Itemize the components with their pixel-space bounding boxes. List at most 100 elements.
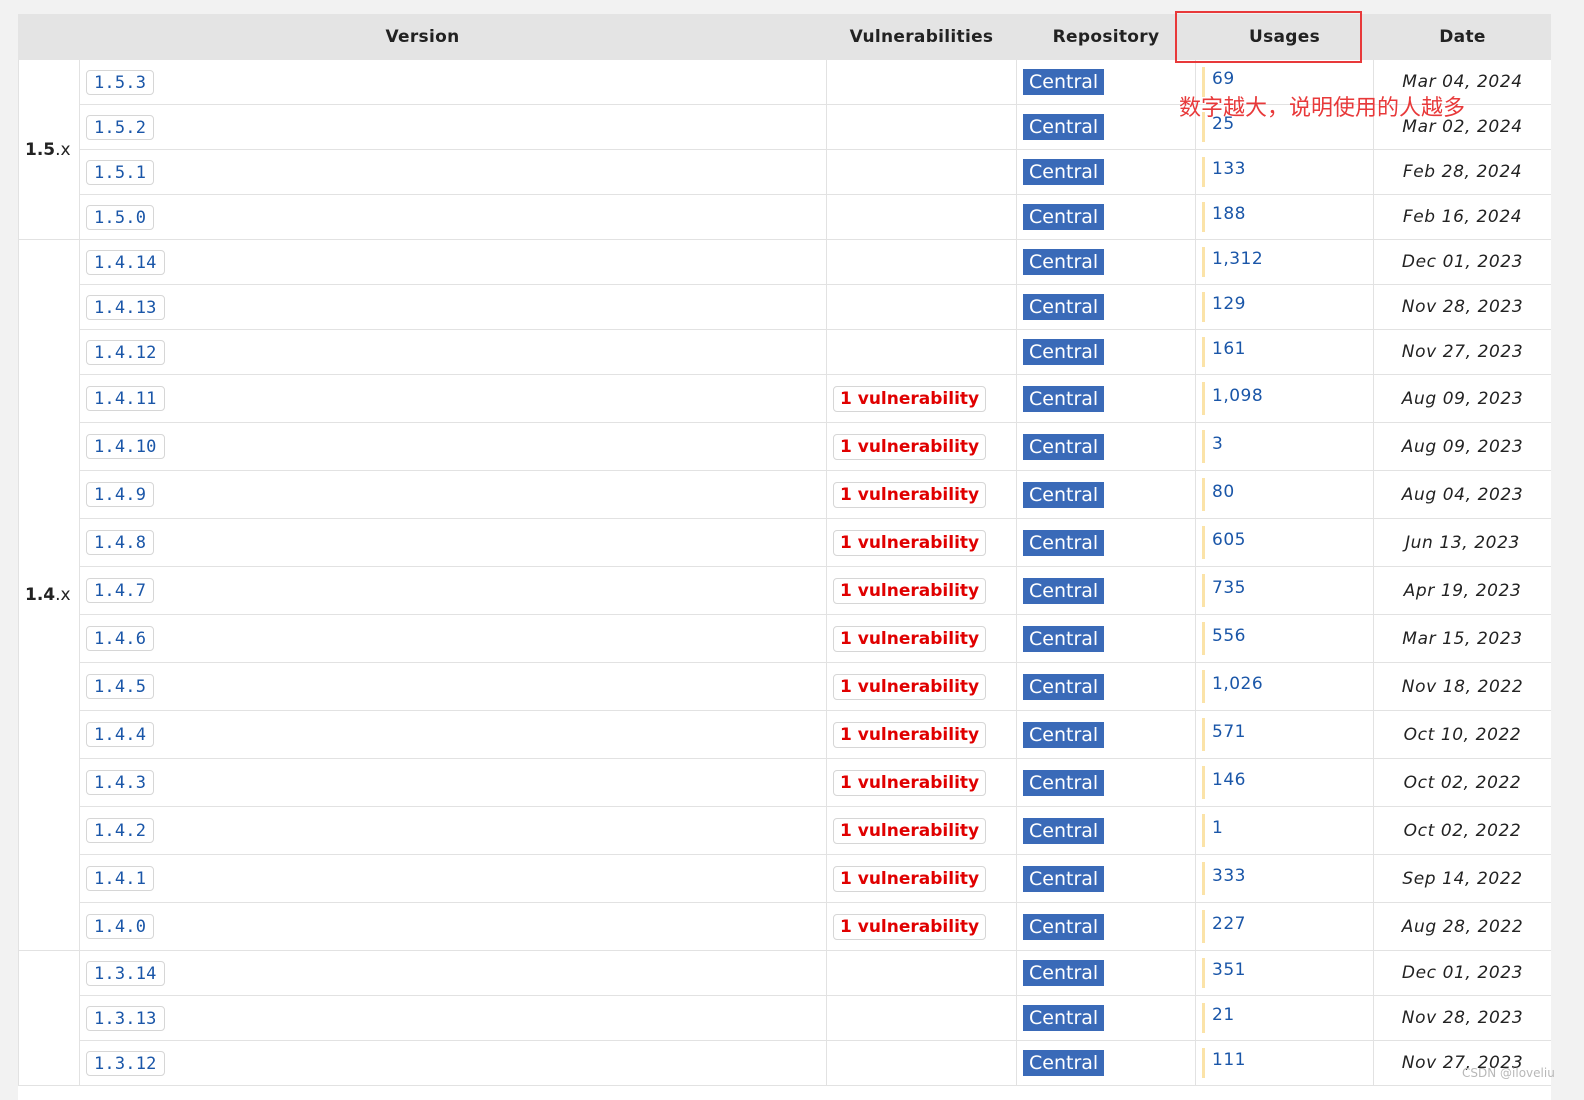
usages-link[interactable]: 129 bbox=[1212, 294, 1246, 314]
vulnerability-link[interactable]: 1 vulnerability bbox=[833, 481, 987, 508]
repository-cell: Central bbox=[1016, 518, 1196, 567]
usages-cell: 605 bbox=[1195, 518, 1374, 567]
usages-link[interactable]: 227 bbox=[1212, 914, 1246, 934]
version-link[interactable]: 1.4.4 bbox=[86, 722, 155, 747]
release-date: Nov 28, 2023 bbox=[1373, 284, 1551, 330]
repository-badge[interactable]: Central bbox=[1023, 249, 1105, 275]
usage-bar bbox=[1202, 292, 1205, 322]
usages-link[interactable]: 188 bbox=[1212, 204, 1246, 224]
repository-badge[interactable]: Central bbox=[1023, 865, 1105, 892]
repository-badge[interactable]: Central bbox=[1023, 385, 1105, 412]
version-cell: 1.4.3 bbox=[79, 758, 827, 807]
version-cell: 1.4.5 bbox=[79, 662, 827, 711]
version-link[interactable]: 1.4.13 bbox=[86, 294, 165, 320]
vulnerability-link[interactable]: 1 vulnerability bbox=[833, 433, 987, 460]
usages-cell: 129 bbox=[1195, 284, 1374, 330]
usages-link[interactable]: 80 bbox=[1212, 482, 1235, 502]
repository-badge[interactable]: Central bbox=[1023, 817, 1105, 844]
vulnerability-link[interactable]: 1 vulnerability bbox=[833, 625, 987, 652]
version-link[interactable]: 1.4.6 bbox=[86, 626, 155, 651]
usages-link[interactable]: 111 bbox=[1212, 1050, 1246, 1070]
vulnerability-link[interactable]: 1 vulnerability bbox=[833, 385, 987, 412]
vulnerability-link[interactable]: 1 vulnerability bbox=[833, 769, 987, 796]
usages-link[interactable]: 351 bbox=[1212, 960, 1246, 980]
repository-badge[interactable]: Central bbox=[1023, 204, 1105, 230]
release-date: Nov 18, 2022 bbox=[1373, 662, 1551, 711]
usages-link[interactable]: 1,098 bbox=[1212, 386, 1263, 406]
usages-link[interactable]: 556 bbox=[1212, 626, 1246, 646]
table-body: 1.5.x 1.5.3 Central 69 Mar 04, 2024 1.5.2 Cent… bbox=[18, 59, 1551, 1086]
version-link[interactable]: 1.5.0 bbox=[86, 204, 155, 230]
version-link[interactable]: 1.4.9 bbox=[86, 482, 155, 507]
version-link[interactable]: 1.5.1 bbox=[86, 159, 155, 185]
version-link[interactable]: 1.4.0 bbox=[86, 914, 155, 939]
vulnerability-link[interactable]: 1 vulnerability bbox=[833, 721, 987, 748]
repository-badge[interactable]: Central bbox=[1023, 481, 1105, 508]
usages-link[interactable]: 69 bbox=[1212, 69, 1235, 89]
usages-link[interactable]: 161 bbox=[1212, 339, 1246, 359]
repository-badge[interactable]: Central bbox=[1023, 769, 1105, 796]
header-vulnerabilities[interactable]: Vulnerabilities bbox=[826, 14, 1017, 60]
version-link[interactable]: 1.4.5 bbox=[86, 674, 155, 699]
vulnerability-cell: 1 vulnerability bbox=[826, 374, 1017, 423]
repository-badge[interactable]: Central bbox=[1023, 1050, 1105, 1076]
repository-badge[interactable]: Central bbox=[1023, 960, 1105, 986]
version-cell: 1.5.3 bbox=[79, 59, 827, 105]
repository-badge[interactable]: Central bbox=[1023, 721, 1105, 748]
version-cell: 1.4.9 bbox=[79, 470, 827, 519]
repository-badge[interactable]: Central bbox=[1023, 294, 1105, 320]
version-link[interactable]: 1.4.10 bbox=[86, 434, 165, 459]
version-link[interactable]: 1.4.1 bbox=[86, 866, 155, 891]
repository-badge[interactable]: Central bbox=[1023, 433, 1105, 460]
version-link[interactable]: 1.3.12 bbox=[86, 1050, 165, 1076]
repository-badge[interactable]: Central bbox=[1023, 529, 1105, 556]
vulnerability-link[interactable]: 1 vulnerability bbox=[833, 673, 987, 700]
vulnerability-link[interactable]: 1 vulnerability bbox=[833, 865, 987, 892]
usages-link[interactable]: 3 bbox=[1212, 434, 1223, 454]
vulnerability-link[interactable]: 1 vulnerability bbox=[833, 577, 987, 604]
version-link[interactable]: 1.5.3 bbox=[86, 69, 155, 95]
vulnerability-link[interactable]: 1 vulnerability bbox=[833, 913, 987, 940]
usages-link[interactable]: 133 bbox=[1212, 159, 1246, 179]
version-link[interactable]: 1.3.14 bbox=[86, 960, 165, 986]
usages-link[interactable]: 571 bbox=[1212, 722, 1246, 742]
repository-badge[interactable]: Central bbox=[1023, 159, 1105, 185]
header-repository[interactable]: Repository bbox=[1016, 14, 1196, 60]
version-link[interactable]: 1.4.7 bbox=[86, 578, 155, 603]
usages-link[interactable]: 605 bbox=[1212, 530, 1246, 550]
repository-badge[interactable]: Central bbox=[1023, 913, 1105, 940]
header-date[interactable]: Date bbox=[1373, 14, 1551, 60]
repository-badge[interactable]: Central bbox=[1023, 577, 1105, 604]
version-link[interactable]: 1.4.11 bbox=[86, 386, 165, 411]
usages-link[interactable]: 333 bbox=[1212, 866, 1246, 886]
vulnerability-link[interactable]: 1 vulnerability bbox=[833, 529, 987, 556]
repository-cell: Central bbox=[1016, 854, 1196, 903]
repository-badge[interactable]: Central bbox=[1023, 625, 1105, 652]
usage-bar bbox=[1202, 430, 1205, 463]
repository-badge[interactable]: Central bbox=[1023, 339, 1105, 365]
version-link[interactable]: 1.4.2 bbox=[86, 818, 155, 843]
repository-badge[interactable]: Central bbox=[1023, 69, 1105, 95]
usages-link[interactable]: 735 bbox=[1212, 578, 1246, 598]
usages-cell: 571 bbox=[1195, 710, 1374, 759]
version-link[interactable]: 1.4.14 bbox=[86, 249, 165, 275]
release-date: Sep 14, 2022 bbox=[1373, 854, 1551, 903]
usages-link[interactable]: 1 bbox=[1212, 818, 1223, 838]
repository-badge[interactable]: Central bbox=[1023, 114, 1105, 140]
release-date: Aug 09, 2023 bbox=[1373, 422, 1551, 471]
version-link[interactable]: 1.5.2 bbox=[86, 114, 155, 140]
header-version[interactable]: Version bbox=[18, 14, 827, 60]
version-link[interactable]: 1.4.12 bbox=[86, 339, 165, 365]
version-link[interactable]: 1.4.3 bbox=[86, 770, 155, 795]
usages-cell: 556 bbox=[1195, 614, 1374, 663]
vulnerability-link[interactable]: 1 vulnerability bbox=[833, 817, 987, 844]
version-link[interactable]: 1.3.13 bbox=[86, 1005, 165, 1031]
repository-badge[interactable]: Central bbox=[1023, 1005, 1105, 1031]
usages-link[interactable]: 1,026 bbox=[1212, 674, 1263, 694]
vulnerability-cell bbox=[826, 1040, 1017, 1086]
usages-link[interactable]: 1,312 bbox=[1212, 249, 1263, 269]
usages-link[interactable]: 21 bbox=[1212, 1005, 1235, 1025]
repository-badge[interactable]: Central bbox=[1023, 673, 1105, 700]
usages-link[interactable]: 146 bbox=[1212, 770, 1246, 790]
version-link[interactable]: 1.4.8 bbox=[86, 530, 155, 555]
